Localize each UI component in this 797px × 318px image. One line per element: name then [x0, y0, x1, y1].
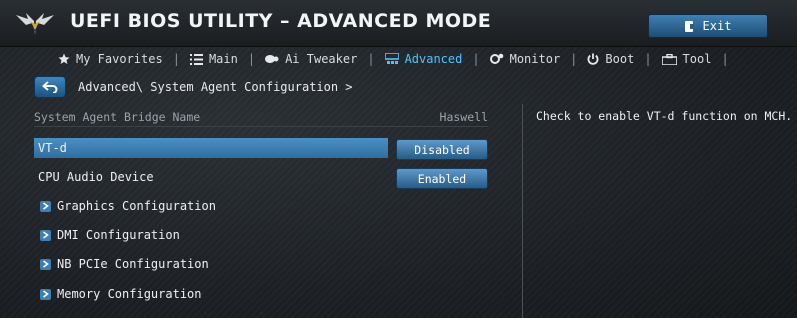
tab-separator: | — [721, 52, 729, 66]
tab-my-favorites[interactable]: My Favorites — [50, 52, 171, 66]
submenu-memory-configuration[interactable]: Memory Configuration — [40, 284, 202, 304]
tool-icon — [661, 53, 677, 65]
system-agent-label: System Agent Bridge Name — [34, 110, 201, 124]
submenu-label: Graphics Configuration — [57, 199, 216, 213]
tab-label: Monitor — [509, 52, 561, 66]
tab-advanced[interactable]: Advanced — [377, 52, 471, 66]
tab-label: My Favorites — [76, 52, 163, 66]
tab-separator: | — [367, 52, 375, 66]
tab-separator: | — [472, 52, 480, 66]
tab-separator: | — [247, 52, 256, 66]
system-agent-row: System Agent Bridge Name Haswell — [34, 108, 488, 127]
settings-panel: System Agent Bridge Name Haswell VT-d Di… — [34, 104, 520, 318]
cpu-audio-value-button[interactable]: Enabled — [396, 168, 488, 189]
title-bar: UEFI BIOS UTILITY – ADVANCED MODE Exit — [0, 0, 797, 47]
panel-divider — [522, 104, 523, 318]
advanced-icon — [384, 53, 399, 64]
submenu-label: DMI Configuration — [57, 228, 180, 242]
tweaker-icon — [265, 55, 279, 63]
list-icon — [189, 53, 203, 65]
submenu-label: Memory Configuration — [57, 287, 202, 301]
setting-label: VT-d — [38, 141, 67, 155]
submenu-label: NB PCIe Configuration — [57, 257, 209, 271]
tab-separator: | — [570, 52, 578, 66]
vt-d-value-button[interactable]: Disabled — [396, 139, 488, 160]
tab-label: Main — [208, 52, 238, 66]
chevron-right-icon — [40, 229, 51, 241]
chevron-right-icon — [40, 258, 51, 270]
submenu-nb-pcie-configuration[interactable]: NB PCIe Configuration — [40, 254, 209, 274]
chevron-right-icon — [40, 288, 51, 300]
exit-label: Exit — [702, 19, 732, 33]
tab-separator: | — [644, 52, 652, 66]
tab-label: Ai Tweaker — [285, 52, 358, 66]
setting-vt-d[interactable]: VT-d — [34, 138, 388, 158]
power-icon — [587, 53, 599, 65]
monitor-icon — [489, 53, 503, 64]
submenu-dmi-configuration[interactable]: DMI Configuration — [40, 225, 180, 245]
exit-icon — [684, 20, 694, 32]
tab-monitor[interactable]: Monitor — [482, 52, 569, 66]
app-title: UEFI BIOS UTILITY – ADVANCED MODE — [70, 10, 492, 32]
breadcrumb: Advanced\ System Agent Configuration > — [78, 80, 353, 94]
tab-label: Tool — [682, 52, 712, 66]
back-button[interactable] — [34, 76, 66, 98]
back-arrow-icon — [42, 81, 58, 93]
exit-button[interactable]: Exit — [648, 14, 768, 38]
tab-label: Advanced — [404, 52, 463, 66]
tuf-logo-icon — [16, 13, 54, 35]
tab-main[interactable]: Main — [182, 52, 246, 66]
tab-boot[interactable]: Boot — [579, 52, 642, 66]
breadcrumb-bar: Advanced\ System Agent Configuration > — [34, 76, 794, 98]
submenu-graphics-configuration[interactable]: Graphics Configuration — [40, 196, 216, 216]
tab-separator: | — [172, 52, 180, 66]
tab-ai-tweaker[interactable]: Ai Tweaker — [257, 52, 365, 66]
help-text: Check to enable VT-d function on MCH. — [536, 109, 793, 123]
tab-label: Boot — [605, 52, 635, 66]
setting-label: CPU Audio Device — [38, 170, 154, 184]
tab-bar: My Favorites | Main | Ai Tweaker | Advan… — [0, 46, 797, 72]
system-agent-value: Haswell — [439, 110, 488, 124]
tab-tool[interactable]: Tool — [654, 52, 720, 66]
chevron-right-icon — [40, 200, 51, 212]
star-icon — [58, 53, 70, 64]
